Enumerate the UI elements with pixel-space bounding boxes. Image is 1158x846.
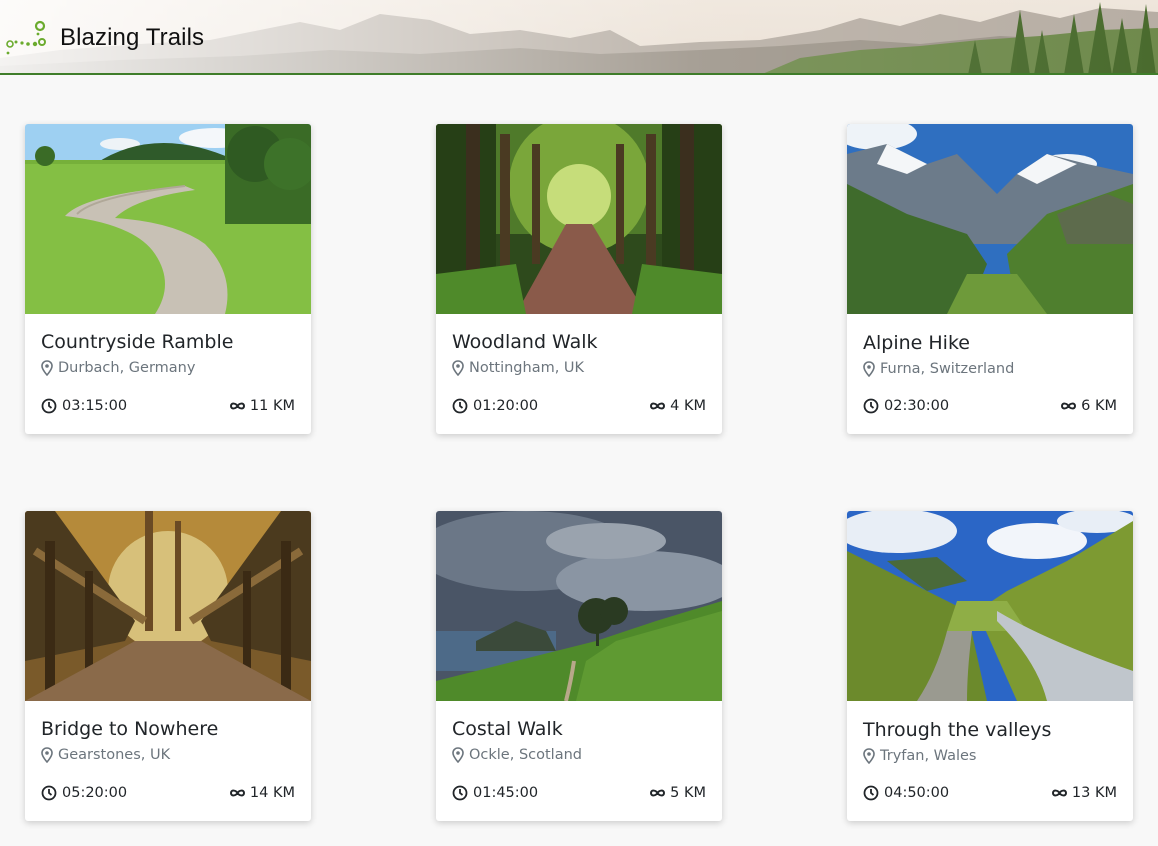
map-pin-icon: [863, 748, 875, 764]
trail-location-text: Nottingham, UK: [469, 360, 585, 376]
trail-location-text: Ockle, Scotland: [469, 747, 582, 763]
trail-distance: 11 KM: [229, 398, 295, 414]
trail-location: Nottingham, UK: [452, 360, 584, 376]
trail-distance: 13 KM: [1051, 785, 1117, 801]
trail-duration-text: 01:20:00: [473, 398, 539, 414]
trail-distance: 5 KM: [649, 785, 706, 801]
valley-stream-photo: [847, 511, 1133, 701]
infinity-icon: [1061, 402, 1077, 410]
trail-location: Durbach, Germany: [41, 360, 195, 376]
trail-duration-text: 03:15:00: [62, 398, 128, 414]
coastal-cliff-photo: [436, 511, 722, 701]
trail-distance-text: 11 KM: [249, 398, 295, 414]
trail-duration-text: 04:50:00: [884, 785, 950, 801]
trail-name: Costal Walk: [452, 718, 563, 740]
trail-duration-text: 02:30:00: [884, 398, 950, 414]
trail-card[interactable]: Alpine Hike Furna, Switzerland 02:30:00 …: [847, 124, 1133, 434]
wooden-bridge-photo: [25, 511, 311, 701]
infinity-icon: [650, 402, 666, 410]
clock-icon: [452, 785, 468, 801]
map-pin-icon: [41, 747, 53, 763]
trail-distance-text: 14 KM: [249, 785, 295, 801]
trail-name: Through the valleys: [863, 719, 1052, 741]
trail-location-text: Furna, Switzerland: [880, 361, 1015, 377]
trail-duration-text: 01:45:00: [473, 785, 539, 801]
trail-location-text: Tryfan, Wales: [880, 748, 977, 764]
trail-card[interactable]: Woodland Walk Nottingham, UK 01:20:00 4 …: [436, 124, 722, 434]
trail-name: Woodland Walk: [452, 331, 598, 353]
trail-card[interactable]: Bridge to Nowhere Gearstones, UK 05:20:0…: [25, 511, 311, 821]
map-pin-icon: [41, 360, 53, 376]
trail-duration: 05:20:00: [41, 785, 127, 801]
trail-location-text: Durbach, Germany: [58, 360, 196, 376]
infinity-icon: [229, 402, 245, 410]
infinity-icon: [229, 789, 245, 797]
trail-location: Furna, Switzerland: [863, 361, 1014, 377]
trail-duration: 04:50:00: [863, 785, 949, 801]
trail-duration: 03:15:00: [41, 398, 127, 414]
trail-name: Alpine Hike: [863, 332, 970, 354]
clock-icon: [863, 398, 879, 414]
trail-distance-text: 4 KM: [670, 398, 706, 414]
trail-card[interactable]: Countryside Ramble Durbach, Germany 03:1…: [25, 124, 311, 434]
infinity-icon: [650, 789, 666, 797]
trail-card[interactable]: Costal Walk Ockle, Scotland 01:45:00 5 K…: [436, 511, 722, 821]
trail-duration-text: 05:20:00: [62, 785, 128, 801]
infinity-icon: [1051, 789, 1067, 797]
clock-icon: [863, 785, 879, 801]
trail-distance-text: 5 KM: [670, 785, 706, 801]
map-pin-icon: [863, 361, 875, 377]
trail-card[interactable]: Through the valleys Tryfan, Wales 04:50:…: [847, 511, 1133, 821]
trail-duration: 01:20:00: [452, 398, 538, 414]
trail-duration: 01:45:00: [452, 785, 538, 801]
trail-distance: 14 KM: [229, 785, 295, 801]
brand-logo-link[interactable]: Blazing Trails: [4, 20, 204, 56]
trail-distance: 6 KM: [1060, 398, 1117, 414]
clock-icon: [41, 398, 57, 414]
map-pin-icon: [452, 360, 464, 376]
trail-name: Bridge to Nowhere: [41, 718, 219, 740]
trail-location: Ockle, Scotland: [452, 747, 582, 763]
trail-location-text: Gearstones, UK: [58, 747, 171, 763]
site-title: Blazing Trails: [60, 24, 205, 51]
site-header: Blazing Trails: [0, 0, 1158, 75]
trail-duration: 02:30:00: [863, 398, 949, 414]
trail-location: Tryfan, Wales: [863, 748, 976, 764]
map-pin-icon: [452, 747, 464, 763]
clock-icon: [452, 398, 468, 414]
countryside-path-photo: [25, 124, 311, 314]
woodland-path-photo: [436, 124, 722, 314]
alpine-valley-photo: [847, 124, 1133, 314]
trail-distance-text: 6 KM: [1081, 398, 1117, 414]
trail-location: Gearstones, UK: [41, 747, 170, 763]
trail-distance-text: 13 KM: [1071, 785, 1117, 801]
clock-icon: [41, 785, 57, 801]
trail-dots-logo-icon: [6, 20, 46, 55]
trail-distance: 4 KM: [649, 398, 706, 414]
trail-name: Countryside Ramble: [41, 331, 234, 353]
